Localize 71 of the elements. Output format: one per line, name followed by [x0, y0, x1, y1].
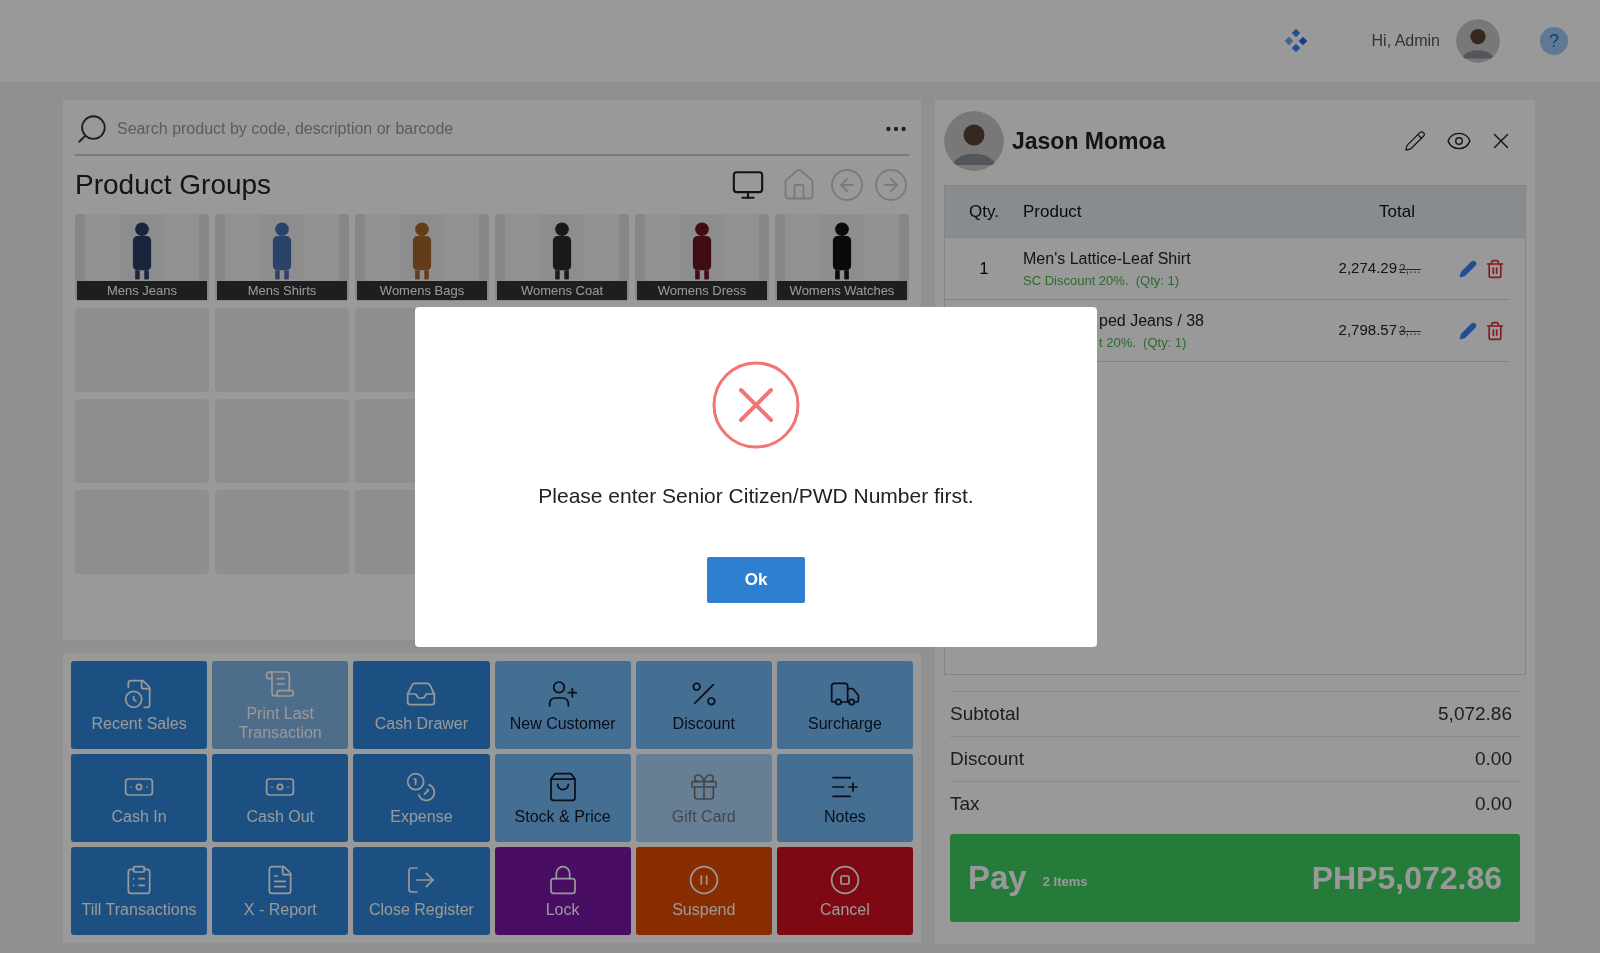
action-button[interactable]: Surcharge	[776, 661, 913, 749]
help-button[interactable]: ?	[1540, 27, 1568, 55]
action-button[interactable]: Till Transactions	[71, 847, 208, 935]
summary-label: Discount	[950, 746, 1024, 771]
action-button[interactable]: Cancel	[776, 847, 913, 935]
product-group-label: Mens Shirts	[217, 281, 347, 300]
total-cell-text: 2,798.57	[1338, 320, 1397, 341]
action-button[interactable]: Suspend	[635, 847, 772, 935]
product-group-label: Womens Dress	[637, 281, 767, 300]
dialog-message: Please enter Senior Citizen/PWD Number first.	[538, 483, 974, 509]
error-icon	[711, 360, 801, 450]
column-header: Product	[1023, 200, 1083, 223]
product-name: Men's Lattice-Leaf Shirt	[1023, 248, 1192, 269]
action-button[interactable]: Discount	[635, 661, 772, 749]
ok-button[interactable]: Ok	[707, 556, 805, 603]
delete-icon[interactable]	[1485, 258, 1505, 279]
action-button[interactable]: Lock	[494, 847, 631, 935]
product-group-tile[interactable]: Mens Jeans	[75, 214, 209, 301]
edit-icon[interactable]	[1404, 130, 1426, 152]
pay-amount: PHP5,072.86	[1311, 859, 1502, 898]
product-group-label: Womens Bags	[357, 281, 487, 300]
edit-icon[interactable]	[1459, 259, 1477, 278]
product-name: ped Jeans / 38	[1099, 310, 1205, 331]
original-price: 3,…	[1399, 322, 1421, 340]
section-title: Product Groups	[75, 168, 273, 202]
product-group-tile[interactable]: Womens Bags	[355, 214, 489, 301]
product-group-label: Womens Watches	[777, 281, 907, 300]
summary-label: Tax	[950, 791, 980, 816]
column-header: Total	[1378, 200, 1415, 223]
stop-icon	[828, 863, 861, 896]
summary-value: 0.00	[1475, 791, 1512, 816]
summary-label: Subtotal	[950, 701, 1020, 726]
action-button[interactable]: Recent Sales	[71, 661, 208, 749]
item-count: 2 Items	[1042, 873, 1089, 892]
delete-icon[interactable]	[1485, 320, 1505, 341]
cart-row[interactable]: 1 Men's Lattice-Leaf Shirt SC Discount 20%. (Qty: 1) 2,274.292,…	[945, 238, 1509, 300]
discount-note: SC Discount 20%. (Qty: 1)	[1023, 271, 1181, 290]
summary-value: 0.00	[1475, 746, 1512, 771]
action-button[interactable]: New Customer	[494, 661, 631, 749]
original-price: 2,…	[1399, 260, 1421, 278]
action-button[interactable]: Cash Drawer	[353, 661, 490, 749]
search-icon	[75, 112, 109, 146]
summary-value: 5,072.86	[1438, 701, 1512, 726]
total-cell-text: 2,274.29	[1338, 258, 1397, 279]
customer-name: Jason Momoa	[1012, 126, 1167, 156]
edit-icon[interactable]	[1459, 321, 1477, 340]
action-button[interactable]: Notes	[776, 754, 913, 842]
action-button[interactable]: Cash Out	[212, 754, 349, 842]
greeting: Hi, Admin	[1371, 31, 1440, 51]
product-group-tile[interactable]: Womens Coat	[495, 214, 629, 301]
pause-icon	[687, 863, 720, 896]
product-group-tile[interactable]: Womens Watches	[775, 214, 909, 301]
action-button[interactable]: Stock & Price	[494, 754, 631, 842]
action-button[interactable]: X - Report	[212, 847, 349, 935]
pay-button[interactable]: Pay 2 Items PHP5,072.86	[950, 834, 1520, 922]
product-group-tile[interactable]: Womens Dress	[635, 214, 769, 301]
product-group-label: Mens Jeans	[77, 281, 207, 300]
qty-cell-text: 1	[978, 258, 990, 279]
app-grid-icon[interactable]	[1283, 29, 1308, 53]
action-button[interactable]: Close Register	[353, 847, 490, 935]
coins-icon	[405, 770, 438, 803]
product-group-label: Womens Coat	[497, 281, 627, 300]
avatar	[1456, 19, 1500, 63]
monitor-icon[interactable]	[731, 168, 765, 202]
discount-note: t 20%. (Qty: 1)	[1099, 333, 1188, 352]
avatar	[944, 111, 1004, 171]
product-group-tile[interactable]: Mens Shirts	[215, 214, 349, 301]
action-button[interactable]: Cash In	[71, 754, 208, 842]
column-header: Qty.	[968, 200, 1000, 223]
search-field[interactable]: Search product by code, description or barcode	[117, 117, 875, 141]
action-button[interactable]: Expense	[353, 754, 490, 842]
